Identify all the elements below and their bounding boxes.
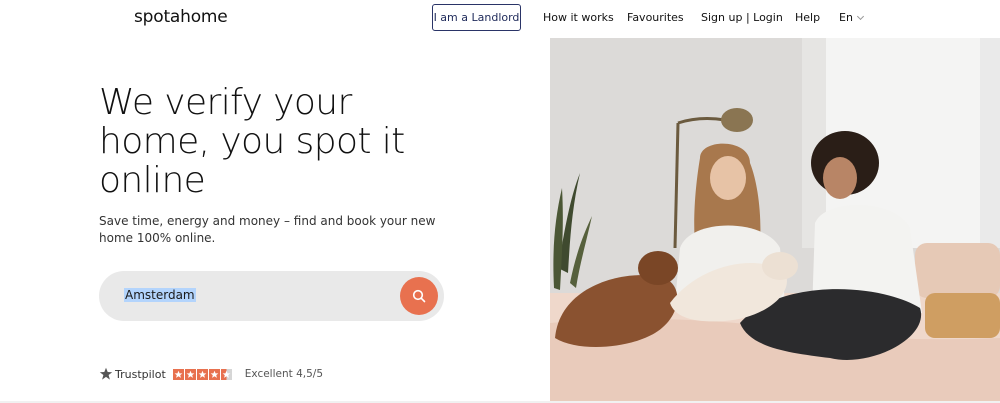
chevron-down-icon: [856, 12, 864, 20]
rating-stars: [172, 368, 232, 380]
site-header: spotahome I am a Landlord How it works F…: [0, 0, 1000, 38]
trustpilot-star-icon: [99, 367, 113, 380]
trustpilot-label: Trustpilot: [115, 367, 166, 381]
language-selector[interactable]: En: [839, 11, 864, 24]
hero-subtitle: Save time, energy and money – find and b…: [99, 214, 436, 245]
trustpilot-rating[interactable]: Trustpilot Excellent 4,5/5: [99, 366, 323, 382]
hero-title: We verify your home, you spot it online: [99, 82, 405, 201]
search-input[interactable]: Amsterdam: [124, 288, 196, 302]
rating-star: [196, 368, 208, 380]
nav-signup-login[interactable]: Sign up | Login: [701, 11, 783, 24]
rating-star: [208, 368, 220, 380]
hero-photo: [550, 38, 1000, 402]
nav-help[interactable]: Help: [795, 11, 820, 24]
rating-star: [184, 368, 196, 380]
rating-star: [172, 368, 184, 380]
logo[interactable]: spotahome: [134, 7, 228, 27]
language-label: En: [839, 11, 853, 24]
search-bar[interactable]: Amsterdam: [99, 271, 444, 321]
search-button[interactable]: [400, 277, 438, 315]
hero-photo-illustration: [550, 38, 1000, 402]
landlord-button[interactable]: I am a Landlord: [432, 4, 521, 31]
nav-favourites[interactable]: Favourites: [627, 11, 684, 24]
search-icon: [412, 289, 426, 303]
nav-how-it-works[interactable]: How it works: [543, 11, 614, 24]
rating-text: Excellent 4,5/5: [244, 368, 323, 380]
rating-star-half: [220, 368, 232, 380]
